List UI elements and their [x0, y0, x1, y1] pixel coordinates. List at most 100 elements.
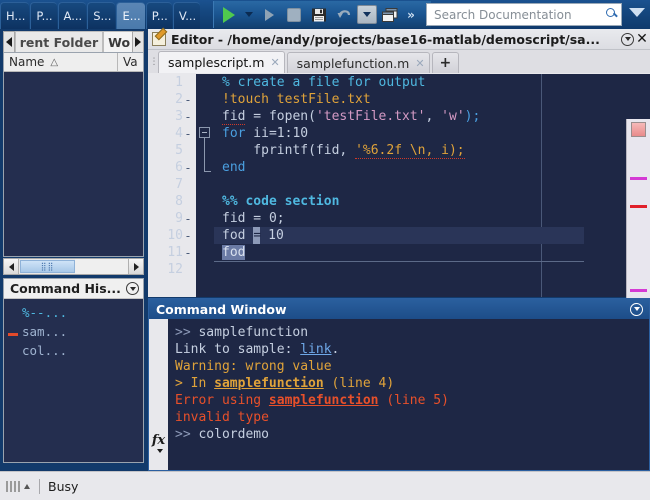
command-output-link[interactable]: link	[300, 342, 331, 357]
command-history-item-text: %--...	[22, 305, 68, 320]
gutter-line[interactable]: 4-	[148, 125, 196, 142]
gutter-line[interactable]: 1	[148, 74, 196, 91]
code-marker-magenta[interactable]	[630, 177, 647, 180]
ribbon-tab-publish[interactable]: P...	[145, 2, 172, 29]
panel-tabs-scroll-left[interactable]	[3, 31, 15, 53]
editor-tab[interactable]: samplescript.m ✕	[158, 51, 285, 73]
ribbon-tab-editor[interactable]: E...	[116, 2, 145, 29]
ribbon-tab-view[interactable]: V...	[172, 2, 201, 29]
ribbon-tab-plots[interactable]: P...	[30, 2, 57, 29]
command-window-body[interactable]: fx >> samplefunction Link to sample: link…	[149, 319, 649, 470]
workspace-horizontal-scrollbar[interactable]: ⣿⣿	[3, 258, 144, 275]
scrollbar-thumb[interactable]: ⣿⣿	[20, 260, 75, 273]
line-number-gutter[interactable]: 1 2-3-4-5 6-7 8 9-10-11-12	[148, 74, 196, 297]
command-history-list[interactable]: %--... sam... col...	[4, 299, 143, 462]
scrollbar-left-button[interactable]	[4, 259, 19, 274]
command-window-output[interactable]: >> samplefunction Link to sample: link. Wa…	[168, 319, 649, 470]
code-folding-column[interactable]	[196, 74, 214, 297]
gutter-line[interactable]: 2-	[148, 91, 196, 108]
breakpoint-slot[interactable]: -	[183, 212, 193, 226]
toolbar-overflow-button[interactable]: »	[403, 3, 417, 26]
gutter-line[interactable]: 5	[148, 142, 196, 159]
breakpoint-slot[interactable]: -	[183, 246, 193, 260]
stop-button[interactable]	[282, 3, 306, 26]
command-history-item[interactable]: %--...	[4, 303, 143, 322]
gutter-line[interactable]: 3-	[148, 108, 196, 125]
command-history-titlebar: Command His...	[4, 279, 143, 299]
undo-dropdown[interactable]	[357, 5, 377, 24]
breakpoint-slot[interactable]: -	[183, 161, 193, 175]
breakpoint-slot[interactable]: -	[183, 93, 193, 107]
panel-tab-workspace[interactable]: Wo	[103, 31, 133, 53]
column-header-value[interactable]: Va	[118, 53, 143, 71]
code-line-3[interactable]: fid = fopen('testFile.txt', 'w');	[214, 108, 584, 125]
code-line-1[interactable]: % create a file for output	[214, 74, 584, 91]
gutter-line[interactable]: 9-	[148, 210, 196, 227]
panel-menu-icon[interactable]	[126, 282, 139, 295]
search-documentation-field[interactable]: Search Documentation	[426, 3, 622, 26]
code-editor-area[interactable]: 1 2-3-4-5 6-7 8 9-10-11-12 % create a file f…	[148, 74, 650, 342]
breakpoint-slot[interactable]: -	[183, 229, 193, 243]
gutter-line[interactable]: 10-	[148, 227, 196, 244]
tab-drag-handle[interactable]: ⋮	[150, 50, 159, 73]
run-advance-button[interactable]	[257, 3, 281, 26]
panel-tab-label: Wo	[108, 35, 131, 50]
gutter-line[interactable]: 12	[148, 261, 196, 278]
ribbon-tab-apps[interactable]: A...	[57, 2, 87, 29]
code-line-11[interactable]: fod	[214, 244, 584, 261]
code-line-10[interactable]: fod = 10	[214, 227, 584, 244]
fold-collapse-icon[interactable]	[199, 127, 210, 138]
code-section-header: %% code section	[222, 194, 340, 209]
code-line-12[interactable]	[214, 261, 584, 278]
code-line-8[interactable]: %% code section	[214, 193, 584, 210]
undo-button[interactable]	[332, 3, 356, 26]
code-line-7[interactable]	[214, 176, 584, 193]
editor-tab[interactable]: samplefunction.m ✕	[286, 52, 430, 73]
save-button[interactable]	[307, 3, 331, 26]
editor-tab-close-icon[interactable]: ✕	[270, 56, 279, 69]
code-marker-magenta[interactable]	[630, 289, 647, 292]
editor-tab-close-icon[interactable]: ✕	[415, 57, 424, 70]
code-line-2[interactable]: !touch testFile.txt	[214, 91, 584, 108]
workspace-table-body[interactable]	[4, 72, 143, 256]
command-output-stack-link[interactable]: samplefunction	[269, 393, 379, 408]
command-output-stack-link[interactable]: samplefunction	[214, 376, 324, 391]
ribbon-tab-shortcuts[interactable]: S...	[87, 2, 116, 29]
line-number: 12	[167, 262, 183, 277]
breakpoint-slot[interactable]: -	[183, 110, 193, 124]
code-analyzer-status-indicator[interactable]	[631, 122, 646, 137]
command-history-item[interactable]: col...	[4, 341, 143, 360]
panel-tabs-scroll-right[interactable]	[132, 31, 144, 53]
code-line-6[interactable]: end	[214, 159, 584, 176]
ribbon-collapse-icon[interactable]	[629, 8, 645, 17]
editor-titlebar: Editor - /home/andy/projects/base16-matl…	[148, 29, 650, 50]
code-line-5[interactable]: fprintf(fid, '%6.2f \n, i);	[214, 142, 584, 159]
editor-menu-icon[interactable]	[621, 32, 634, 46]
code-text[interactable]: % create a file for output !touch testFi…	[214, 74, 584, 297]
breakpoint-slot[interactable]: -	[183, 127, 193, 141]
code-call: fprintf(fid,	[222, 143, 356, 158]
scrollbar-track[interactable]	[75, 259, 128, 274]
ribbon-tab-home[interactable]: H...	[0, 2, 30, 29]
ribbon-tab-label: A...	[63, 9, 83, 23]
command-window-menu-icon[interactable]	[630, 302, 643, 316]
editor-close-button[interactable]: ✕	[634, 31, 650, 47]
command-history-item[interactable]: sam...	[4, 322, 143, 341]
gutter-line[interactable]: 8	[148, 193, 196, 210]
run-button[interactable]	[217, 3, 241, 26]
layout-button[interactable]	[378, 3, 402, 26]
grip-dots-icon: ⣿⣿	[40, 262, 55, 271]
run-options-dropdown[interactable]	[242, 3, 256, 26]
function-browser-button[interactable]: fx	[149, 319, 168, 470]
code-line-4[interactable]: for ii=1:10	[214, 125, 584, 142]
code-marker-red[interactable]	[630, 205, 647, 208]
gutter-line[interactable]: 7	[148, 176, 196, 193]
editor-new-tab-button[interactable]: +	[431, 52, 460, 73]
panel-tab-current-folder[interactable]: rent Folder	[14, 31, 104, 53]
status-grip-icon[interactable]	[6, 480, 30, 492]
code-line-9[interactable]: fid = 0;	[214, 210, 584, 227]
gutter-line[interactable]: 6-	[148, 159, 196, 176]
column-header-name[interactable]: Name △	[4, 53, 118, 71]
scrollbar-right-button[interactable]	[128, 259, 143, 274]
gutter-line[interactable]: 11-	[148, 244, 196, 261]
